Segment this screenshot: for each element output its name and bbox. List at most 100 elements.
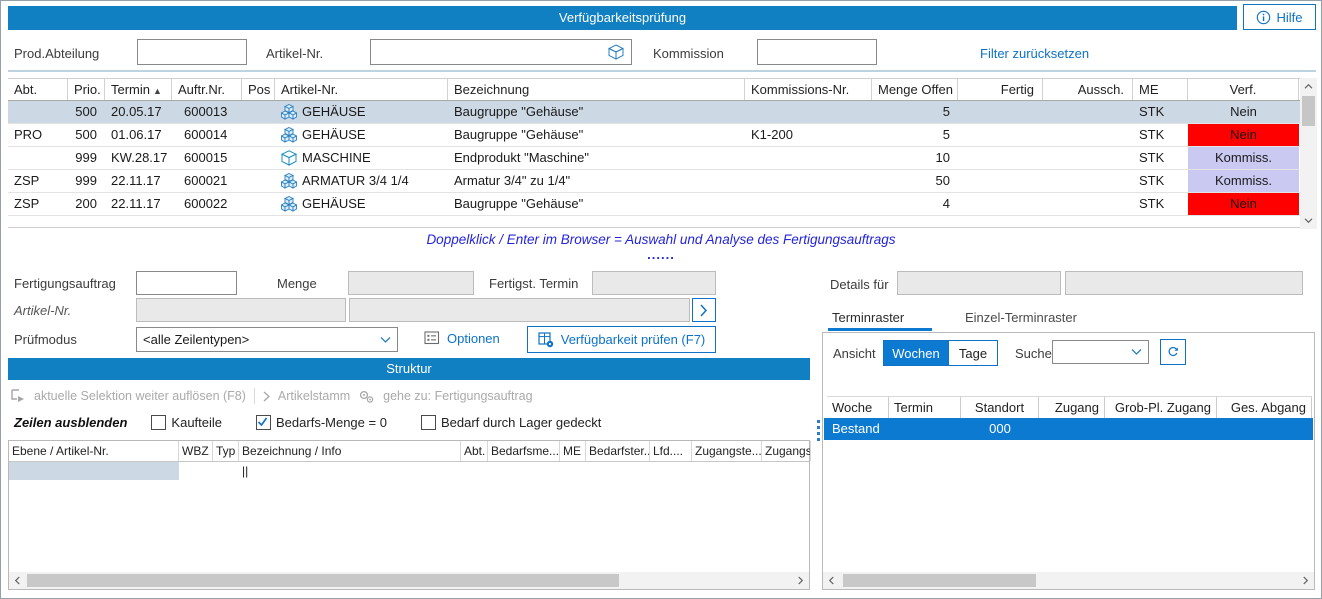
col-verf[interactable]: Verf. [1188, 79, 1299, 100]
col-pos[interactable]: Pos [242, 79, 275, 100]
fertigst-termin-label: Fertigst. Termin [489, 276, 578, 291]
product-cube-icon [281, 150, 297, 166]
optionen-label: Optionen [447, 331, 500, 346]
options-icon [424, 330, 441, 346]
pruefmodus-select[interactable]: <alle Zeilentypen> [136, 327, 398, 352]
col-auftr[interactable]: Auftr.Nr. [172, 79, 242, 100]
sort-asc-icon: ▲ [153, 86, 162, 96]
status-badge: Nein [1188, 101, 1299, 123]
status-badge: Kommiss. [1188, 170, 1299, 192]
prod-abteilung-input[interactable] [137, 39, 247, 65]
details-bezeichnung-input [1065, 271, 1303, 295]
pruefmodus-value: <alle Zeilentypen> [143, 332, 249, 347]
page-title: Verfügbarkeitsprüfung [8, 6, 1237, 30]
lager-gedeckt-label: Bedarf durch Lager gedeckt [441, 415, 601, 430]
col-me[interactable]: ME [1133, 79, 1188, 100]
details-table-header[interactable]: Woche Termin Standort Zugang Grob-Pl. Zu… [827, 396, 1312, 419]
col-prio[interactable]: Prio. [68, 79, 105, 100]
col-aussch[interactable]: Aussch. [1043, 79, 1133, 100]
artikel-bezeichnung-input [349, 298, 690, 322]
optionen-link[interactable]: Optionen [424, 330, 500, 346]
col-artikel[interactable]: Artikel-Nr. [275, 79, 448, 100]
chevron-down-icon [380, 336, 391, 343]
help-button[interactable]: Hilfe [1243, 4, 1316, 30]
col-abt[interactable]: Abt. [8, 79, 68, 100]
menge-label: Menge [277, 276, 317, 291]
col-bezeichnung[interactable]: Bezeichnung [448, 79, 745, 100]
fertigungsauftrag-label: Fertigungsauftrag [14, 276, 116, 291]
scroll-up-icon[interactable] [1300, 78, 1317, 95]
bestand-row[interactable]: Bestand 000 [824, 418, 1313, 440]
wochen-button[interactable]: Wochen [884, 341, 948, 365]
scrollbar-thumb[interactable] [843, 574, 1036, 587]
struktur-horizontal-scrollbar[interactable] [9, 572, 809, 589]
suche-label: Suche [1015, 346, 1052, 361]
suche-select[interactable] [1052, 340, 1149, 364]
refresh-button[interactable] [1160, 339, 1186, 365]
scroll-right-icon[interactable] [1297, 572, 1314, 589]
scroll-left-icon[interactable] [9, 572, 26, 589]
verfuegbarkeit-pruefen-label: Verfügbarkeit prüfen (F7) [561, 332, 706, 347]
table-row[interactable]: ZSP 999 22.11.17 600021 ARMATUR 3/4 1/4 … [8, 170, 1300, 193]
goto-artikel-button[interactable] [692, 298, 716, 322]
scrollbar-thumb[interactable] [1302, 96, 1315, 126]
col-kommission[interactable]: Kommissions-Nr. [745, 79, 872, 100]
toolbar-divider [254, 388, 255, 404]
scrollbar-thumb[interactable] [27, 574, 619, 587]
tab-einzel-terminraster[interactable]: Einzel-Terminraster [965, 310, 1077, 325]
resolve-selection-icon [10, 388, 26, 404]
tab-terminraster[interactable]: Terminraster [832, 310, 904, 325]
scroll-down-icon[interactable] [1300, 212, 1317, 229]
fertigungsauftrag-input[interactable] [136, 271, 237, 295]
orders-vertical-scrollbar[interactable] [1300, 78, 1317, 229]
details-horizontal-scrollbar[interactable] [823, 572, 1314, 589]
hide-rows-label: Zeilen ausblenden [14, 415, 127, 430]
goto-fertigungsauftrag-button[interactable]: gehe zu: Fertigungsauftrag [383, 389, 532, 403]
artikel-nr-filter-label: Artikel-Nr. [266, 46, 323, 61]
struktur-table-header[interactable]: Ebene / Artikel-Nr. WBZ Typ Bezeichnung … [9, 441, 809, 462]
scroll-right-icon[interactable] [792, 572, 809, 589]
artikel-nr-value-input [136, 298, 346, 322]
hint-text: Doppelklick / Enter im Browser = Auswahl… [0, 232, 1322, 247]
menge-input [348, 271, 474, 295]
resolve-selection-button[interactable]: aktuelle Selektion weiter auflösen (F8) [34, 389, 246, 403]
orders-table-header[interactable]: Abt. Prio. Termin▲ Auftr.Nr. Pos Artikel… [8, 79, 1300, 101]
table-row[interactable]: 500 20.05.17 600013 GEHÄUSE Baugruppe "G… [8, 101, 1300, 124]
table-row[interactable]: ZSP 200 22.11.17 600022 GEHÄUSE Baugrupp… [8, 193, 1300, 216]
artikel-nr-filter-input[interactable] [370, 39, 632, 65]
struktur-table: Ebene / Artikel-Nr. WBZ Typ Bezeichnung … [8, 440, 810, 590]
verfuegbarkeit-pruefen-button[interactable]: Verfügbarkeit prüfen (F7) [527, 326, 716, 353]
lager-gedeckt-checkbox[interactable] [421, 415, 436, 430]
filter-reset-link[interactable]: Filter zurücksetzen [980, 46, 1089, 61]
check-availability-icon [538, 332, 554, 348]
struktur-header: Struktur [8, 358, 810, 380]
bedarfs-menge-checkbox[interactable] [256, 415, 271, 430]
chevron-right-icon [700, 304, 708, 317]
kaufteile-checkbox[interactable] [151, 415, 166, 430]
kaufteile-label: Kaufteile [171, 415, 222, 430]
artikelstamm-button[interactable]: Artikelstamm [278, 389, 350, 403]
struktur-row[interactable]: || [9, 462, 809, 480]
col-fertig[interactable]: Fertig [958, 79, 1043, 100]
filter-separator [8, 70, 1316, 72]
hint-dots: ...... [0, 247, 1322, 262]
details-artikel-input [897, 271, 1061, 295]
prod-abteilung-label: Prod.Abteilung [14, 46, 99, 61]
ansicht-label: Ansicht [833, 346, 876, 361]
status-badge: Nein [1188, 193, 1299, 215]
col-termin[interactable]: Termin▲ [105, 79, 172, 100]
kommission-input[interactable] [757, 39, 877, 65]
struktur-toolbar: aktuelle Selektion weiter auflösen (F8) … [10, 384, 533, 408]
struktur-selected-cell[interactable] [9, 462, 179, 480]
view-toggle: Wochen Tage [883, 340, 998, 366]
table-row[interactable]: 999 KW.28.17 600015 MASCHINE Endprodukt … [8, 147, 1300, 170]
status-badge: Nein [1188, 124, 1299, 146]
terminraster-panel: Ansicht Wochen Tage Suche Woche Termin S… [822, 332, 1315, 590]
col-menge-offen[interactable]: Menge Offen [872, 79, 958, 100]
table-row[interactable]: PRO 500 01.06.17 600014 GEHÄUSE Baugrupp… [8, 124, 1300, 147]
tage-button[interactable]: Tage [948, 341, 997, 365]
panel-drag-handle[interactable] [817, 413, 820, 447]
chevron-down-icon [1131, 349, 1142, 356]
scroll-left-icon[interactable] [823, 572, 840, 589]
check-icon [256, 415, 269, 428]
